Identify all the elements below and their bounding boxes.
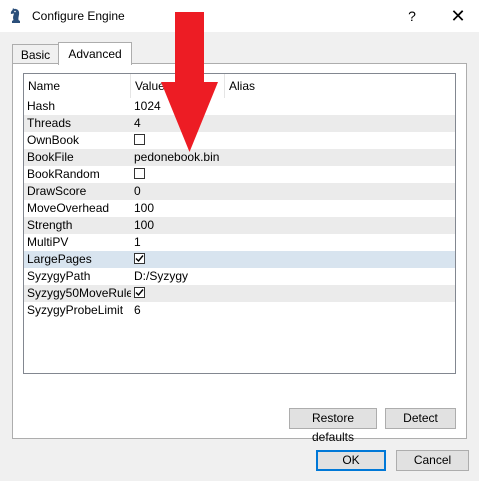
detect-button[interactable]: Detect bbox=[385, 408, 456, 429]
option-value[interactable]: 1 bbox=[134, 234, 334, 251]
table-row[interactable]: Syzygy50MoveRule bbox=[24, 285, 455, 302]
table-row[interactable]: BookFile pedonebook.bin bbox=[24, 149, 455, 166]
option-name: OwnBook bbox=[27, 133, 80, 147]
cancel-button[interactable]: Cancel bbox=[396, 450, 469, 471]
checked-checkbox[interactable] bbox=[134, 287, 145, 298]
option-value[interactable]: 100 bbox=[134, 200, 334, 217]
tab-basic[interactable]: Basic bbox=[12, 44, 59, 64]
unchecked-checkbox[interactable] bbox=[134, 168, 145, 179]
option-name: MoveOverhead bbox=[27, 201, 110, 215]
option-value[interactable]: D:/Syzygy bbox=[134, 268, 334, 285]
column-header-name[interactable]: Name bbox=[24, 74, 131, 98]
option-name: BookFile bbox=[27, 150, 74, 164]
option-name: Syzygy50MoveRule bbox=[27, 286, 131, 300]
table-row[interactable]: DrawScore 0 bbox=[24, 183, 455, 200]
table-row[interactable]: MoveOverhead 100 bbox=[24, 200, 455, 217]
option-name: SyzygyProbeLimit bbox=[27, 303, 124, 317]
ok-button[interactable]: OK bbox=[316, 450, 386, 471]
table-row[interactable]: Threads 4 bbox=[24, 115, 455, 132]
option-value[interactable]: 1024 bbox=[134, 98, 334, 115]
column-header-alias[interactable]: Alias bbox=[225, 74, 345, 98]
table-row[interactable]: MultiPV 1 bbox=[24, 234, 455, 251]
advanced-tab-pane: Name Value Alias Hash 1024 Threads 4 OwnBook… bbox=[12, 63, 467, 444]
option-value[interactable]: 0 bbox=[134, 183, 334, 200]
option-value[interactable]: 4 bbox=[134, 115, 334, 132]
tab-advanced[interactable]: Advanced bbox=[58, 42, 132, 65]
table-row[interactable]: BookRandom bbox=[24, 166, 455, 183]
option-value[interactable]: 100 bbox=[134, 217, 334, 234]
option-name: Hash bbox=[27, 99, 56, 113]
table-body: Hash 1024 Threads 4 OwnBook BookFile pedoneboo… bbox=[24, 98, 455, 319]
option-name: Strength bbox=[27, 218, 73, 232]
engine-options-table: Name Value Alias Hash 1024 Threads 4 OwnBook… bbox=[23, 73, 456, 374]
unchecked-checkbox[interactable] bbox=[134, 134, 145, 145]
option-name: MultiPV bbox=[27, 235, 69, 249]
restore-defaults-button[interactable]: Restore defaults bbox=[289, 408, 377, 444]
table-header: Name Value Alias bbox=[24, 74, 455, 98]
option-name: Threads bbox=[27, 116, 72, 130]
option-value[interactable]: 6 bbox=[134, 302, 334, 319]
chess-knight-icon bbox=[8, 7, 24, 25]
table-row[interactable]: SyzygyPath D:/Syzygy bbox=[24, 268, 455, 285]
option-name: LargePages bbox=[27, 252, 92, 266]
option-value[interactable]: pedonebook.bin bbox=[134, 149, 334, 166]
column-header-value[interactable]: Value bbox=[131, 74, 225, 98]
table-row[interactable]: LargePages bbox=[24, 251, 455, 268]
help-button[interactable]: ? bbox=[392, 0, 432, 32]
option-name: DrawScore bbox=[27, 184, 87, 198]
table-row[interactable]: SyzygyProbeLimit 6 bbox=[24, 302, 455, 319]
window-title: Configure Engine bbox=[32, 9, 125, 23]
checked-checkbox[interactable] bbox=[134, 253, 145, 264]
table-row[interactable]: Hash 1024 bbox=[24, 98, 455, 115]
table-row[interactable]: OwnBook bbox=[24, 132, 455, 149]
title-bar: Configure Engine ? ✕ bbox=[0, 0, 479, 32]
option-name: SyzygyPath bbox=[27, 269, 91, 283]
close-button[interactable]: ✕ bbox=[438, 0, 478, 32]
table-row[interactable]: Strength 100 bbox=[24, 217, 455, 234]
option-name: BookRandom bbox=[27, 167, 100, 181]
